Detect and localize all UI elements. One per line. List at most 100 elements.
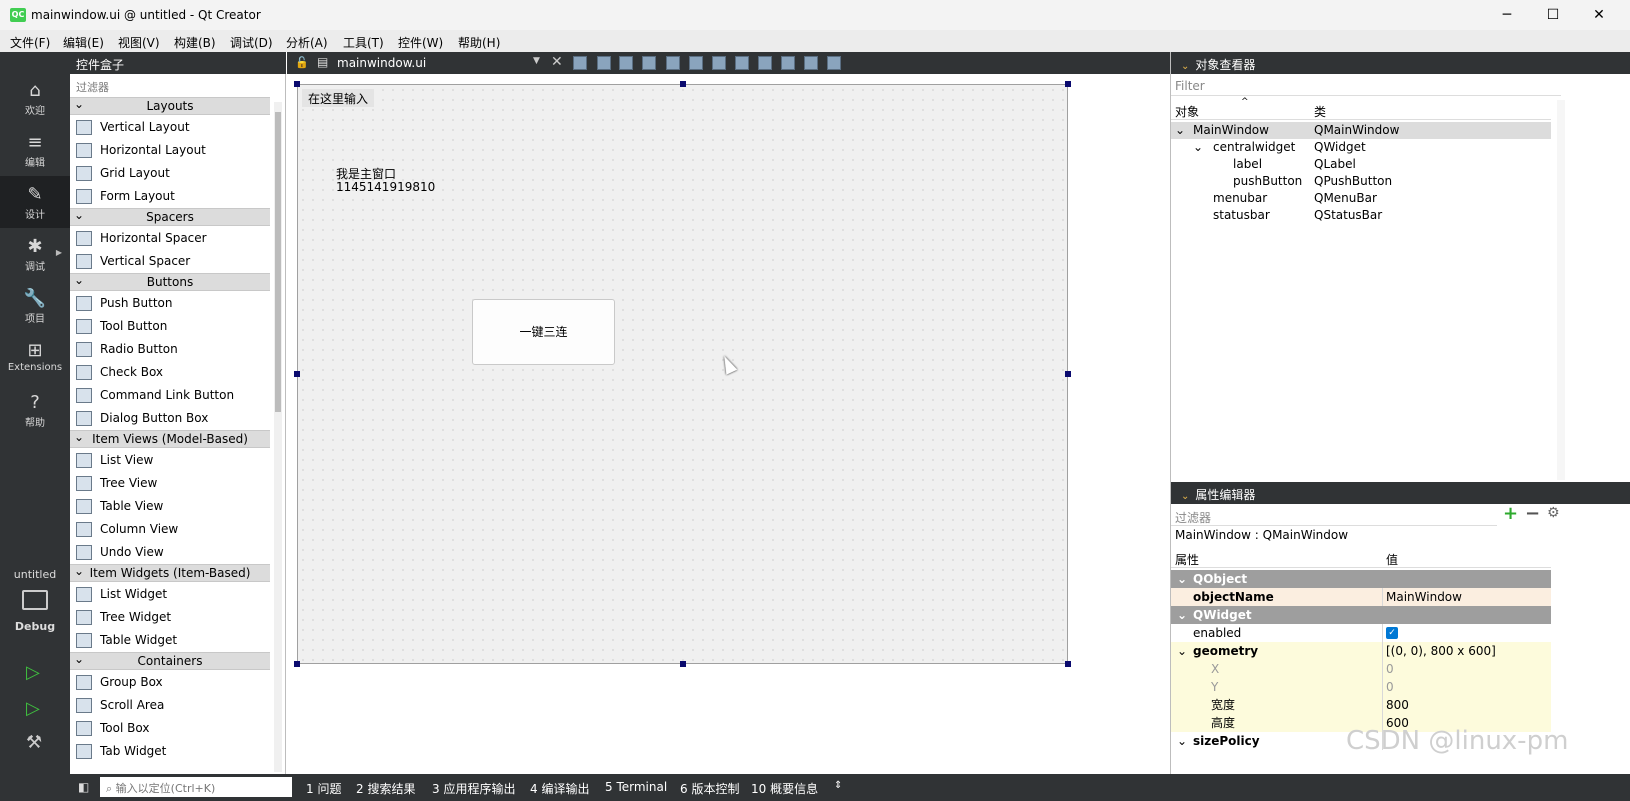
layout-vertical-icon[interactable]	[689, 56, 703, 70]
menu-edit[interactable]: 编辑(E)	[63, 34, 104, 51]
object-tree-row[interactable]: label QLabel	[1171, 156, 1551, 173]
widget-item[interactable]: Tree Widget	[70, 606, 270, 629]
widget-item[interactable]: Table Widget	[70, 629, 270, 652]
break-layout-icon[interactable]	[804, 56, 818, 70]
property-row[interactable]: Y0	[1171, 678, 1551, 696]
column-class[interactable]: 类	[1314, 103, 1326, 120]
scrollbar-thumb[interactable]	[275, 112, 281, 412]
resize-handle[interactable]	[1065, 81, 1071, 87]
widget-item[interactable]: Scroll Area	[70, 694, 270, 717]
chevron-down-icon[interactable]: ⌄	[1177, 732, 1187, 750]
widget-category[interactable]: Item Widgets (Item-Based)	[70, 564, 270, 582]
property-value[interactable]: 800	[1386, 696, 1409, 714]
mode-design[interactable]: ✎ 设计	[0, 176, 70, 228]
tab-terminal[interactable]: 5 Terminal	[605, 780, 667, 794]
expand-chevron-icon[interactable]: ⌄	[1175, 122, 1185, 139]
maximize-button[interactable]: ☐	[1530, 0, 1576, 30]
resize-handle[interactable]	[680, 81, 686, 87]
tab-version-control[interactable]: 6 版本控制	[680, 780, 739, 797]
widget-item[interactable]: Tool Box	[70, 717, 270, 740]
resize-handle[interactable]	[294, 371, 300, 377]
column-object[interactable]: 对象	[1175, 103, 1199, 120]
add-property-icon[interactable]: +	[1503, 503, 1518, 524]
mode-projects[interactable]: 🔧 项目	[0, 280, 70, 332]
adjust-size-icon[interactable]	[827, 56, 841, 70]
object-tree-row[interactable]: pushButton QPushButton	[1171, 173, 1551, 190]
resize-handle[interactable]	[1065, 371, 1071, 377]
widget-item[interactable]: Push Button	[70, 292, 270, 315]
menu-tools[interactable]: 工具(T)	[343, 34, 384, 51]
widget-item[interactable]: Tool Button	[70, 315, 270, 338]
configure-icon[interactable]: ⚙	[1547, 505, 1560, 521]
widget-item[interactable]: Vertical Layout	[70, 116, 270, 139]
mode-edit[interactable]: ≡ 编辑	[0, 124, 70, 176]
toggle-sidebar-icon[interactable]: ◧	[78, 780, 89, 794]
layout-form-icon[interactable]	[758, 56, 772, 70]
widget-item[interactable]: Dialog Button Box	[70, 407, 270, 430]
widget-item[interactable]: Command Link Button	[70, 384, 270, 407]
object-tree-row[interactable]: menubar QMenuBar	[1171, 190, 1551, 207]
widget-category[interactable]: Containers	[70, 652, 270, 670]
mode-welcome[interactable]: ⌂ 欢迎	[0, 72, 70, 124]
edit-tab-order-icon[interactable]	[642, 56, 656, 70]
form-label-number[interactable]: 1145141919810	[336, 180, 435, 194]
chevron-down-icon[interactable]: ⌄	[1177, 570, 1187, 588]
property-row[interactable]: geometry ⌄ [(0, 0), 800 x 600]	[1171, 642, 1551, 660]
run-icon[interactable]: ▷	[26, 662, 40, 683]
tab-app-output[interactable]: 3 应用程序输出	[432, 780, 515, 797]
widget-item[interactable]: List Widget	[70, 583, 270, 606]
menu-debug[interactable]: 调试(D)	[230, 34, 273, 51]
dropdown-icon[interactable]: ▼	[533, 56, 540, 66]
widget-filter-input[interactable]: 过滤器	[70, 76, 274, 96]
form-push-button[interactable]: 一键三连	[472, 299, 615, 365]
column-property[interactable]: 属性	[1175, 551, 1199, 568]
widget-item[interactable]: Vertical Spacer	[70, 250, 270, 273]
chevron-down-icon[interactable]: ⌄	[1177, 606, 1187, 624]
object-inspector-header[interactable]: ⌄ 对象查看器	[1171, 52, 1630, 74]
property-row[interactable]: X0	[1171, 660, 1551, 678]
resize-handle[interactable]	[294, 81, 300, 87]
property-editor-header[interactable]: ⌄ 属性编辑器	[1171, 482, 1630, 504]
monitor-icon[interactable]	[22, 590, 48, 610]
property-value[interactable]: MainWindow	[1386, 588, 1462, 606]
widget-item[interactable]: Horizontal Spacer	[70, 227, 270, 250]
locator-input[interactable]: ⌕ 输入以定位(Ctrl+K)	[100, 777, 292, 797]
form-menu-placeholder[interactable]: 在这里输入	[302, 89, 375, 107]
chevron-down-icon[interactable]: ⌄	[1177, 642, 1187, 660]
remove-property-icon[interactable]: −	[1525, 503, 1540, 524]
widget-item[interactable]: Column View	[70, 518, 270, 541]
layout-split-v-icon[interactable]	[735, 56, 749, 70]
resize-handle[interactable]	[680, 661, 686, 667]
menu-analyze[interactable]: 分析(A)	[286, 34, 328, 51]
close-button[interactable]: ✕	[1576, 0, 1622, 30]
more-tabs-icon[interactable]: ⇕	[834, 780, 842, 791]
widget-category[interactable]: Spacers	[70, 208, 270, 226]
menu-widgets[interactable]: 控件(W)	[398, 34, 443, 51]
property-filter-input[interactable]: 过滤器	[1171, 506, 1497, 526]
widget-item[interactable]: Horizontal Layout	[70, 139, 270, 162]
widget-item[interactable]: Tab Widget	[70, 740, 270, 763]
property-row[interactable]: enabled ✓	[1171, 624, 1551, 642]
enabled-checkbox[interactable]: ✓	[1386, 627, 1398, 639]
object-tree-row[interactable]: ⌄ MainWindow QMainWindow	[1171, 122, 1551, 139]
minimize-button[interactable]: ─	[1484, 0, 1530, 30]
widget-item[interactable]: Undo View	[70, 541, 270, 564]
main-window-form[interactable]: 在这里输入 我是主窗口 1145141919810 一键三连	[297, 84, 1068, 664]
object-filter-input[interactable]: Filter	[1171, 76, 1561, 96]
mode-extensions[interactable]: ⊞ Extensions	[0, 332, 70, 384]
property-group[interactable]: QWidget ⌄	[1171, 606, 1551, 624]
object-tree-row[interactable]: ⌄ centralwidget QWidget	[1171, 139, 1551, 156]
edit-widgets-icon[interactable]	[573, 56, 587, 70]
mode-debug[interactable]: ✱ 调试 ▶	[0, 228, 70, 280]
widget-item[interactable]: Table View	[70, 495, 270, 518]
open-file-name[interactable]: mainwindow.ui	[337, 56, 426, 70]
widget-item[interactable]: Form Layout	[70, 185, 270, 208]
layout-horizontal-icon[interactable]	[666, 56, 680, 70]
tab-search-results[interactable]: 2 搜索结果	[356, 780, 415, 797]
menu-view[interactable]: 视图(V)	[118, 34, 160, 51]
widget-item[interactable]: Check Box	[70, 361, 270, 384]
layout-split-h-icon[interactable]	[712, 56, 726, 70]
menu-help[interactable]: 帮助(H)	[458, 34, 500, 51]
widget-category[interactable]: Buttons	[70, 273, 270, 291]
widget-category[interactable]: Layouts	[70, 97, 270, 115]
